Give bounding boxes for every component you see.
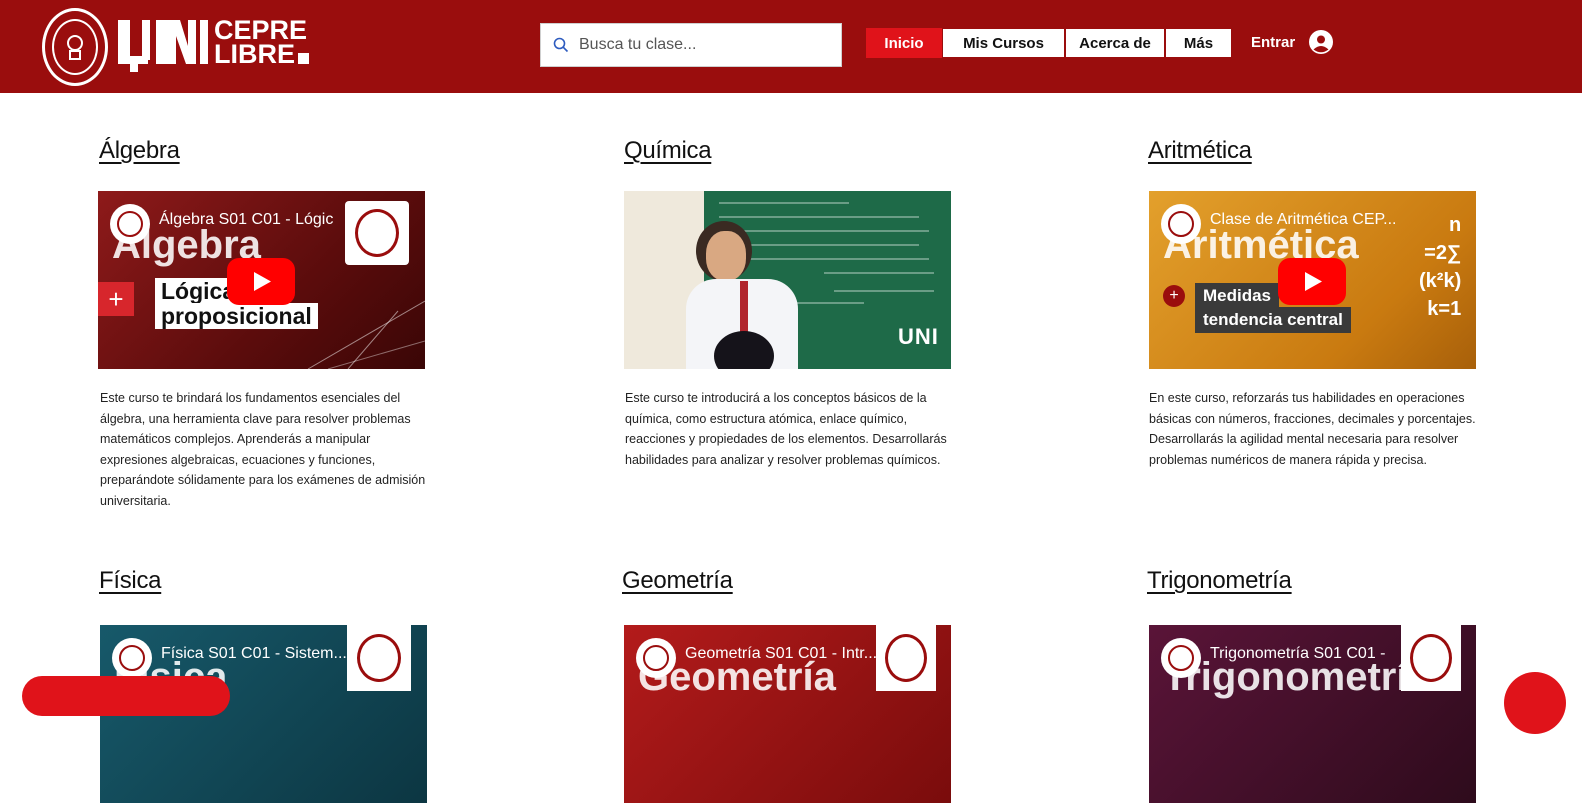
uni-seal-badge xyxy=(345,201,409,265)
user-avatar-icon xyxy=(1309,30,1334,54)
video-title[interactable]: Geometría S01 C01 - Intr... xyxy=(685,645,877,663)
main-nav: Inicio Mis Cursos Acerca de Más xyxy=(866,28,1232,58)
uni-seal-badge xyxy=(347,625,411,691)
seal-emblem-icon xyxy=(67,35,83,60)
course-description-aritmetica: En este curso, reforzarás tus habilidade… xyxy=(1149,391,1476,467)
course-title-geometria[interactable]: Geometría xyxy=(622,567,1002,595)
thumbnail-sub2: tendencia central xyxy=(1195,307,1351,333)
university-seal-logo[interactable] xyxy=(42,8,108,86)
uni-logo-mark[interactable] xyxy=(118,16,208,74)
brand-line2: LIBRE xyxy=(214,39,295,69)
video-thumbnail-aritmetica[interactable]: Aritmética n =2∑ (k²k) k=1 Medidas tendenci… xyxy=(1149,191,1476,369)
chat-fab-button[interactable] xyxy=(1504,672,1566,734)
play-button-icon[interactable] xyxy=(1278,258,1346,305)
video-thumbnail-quimica[interactable]: UNI xyxy=(624,191,951,369)
course-card-geometria: Geometría Geometría Geometría S01 C01 - … xyxy=(622,567,1002,803)
video-title[interactable]: Trigonometría S01 C01 - xyxy=(1210,645,1385,663)
uni-watermark: UNI xyxy=(898,324,939,349)
channel-avatar[interactable] xyxy=(1161,204,1201,244)
site-header: CEPRE LIBRE Inicio Mis Cursos Acerca de … xyxy=(0,0,1582,93)
search-input[interactable] xyxy=(579,36,829,54)
plus-icon: + xyxy=(1163,285,1185,307)
summation-formula: n =2∑ (k²k) k=1 xyxy=(1419,214,1462,320)
course-card-algebra: Álgebra Álgebra + Lógica proposicional Á… xyxy=(98,137,479,508)
course-title-algebra[interactable]: Álgebra xyxy=(99,137,479,165)
course-description-algebra: Este curso te brindará los fundamentos e… xyxy=(100,391,426,508)
course-card-aritmetica: Aritmética Aritmética n =2∑ (k²k) k=1 Medid… xyxy=(1148,137,1528,467)
login-button[interactable]: Entrar xyxy=(1251,30,1334,54)
thumbnail-sub2: proposicional xyxy=(155,303,318,329)
course-title-fisica[interactable]: Física xyxy=(99,567,479,595)
course-title-trigonometria[interactable]: Trigonometría xyxy=(1147,567,1527,595)
brand-dot xyxy=(298,52,309,64)
uni-seal-badge xyxy=(876,625,936,691)
video-title[interactable]: Álgebra S01 C01 - Lógic xyxy=(159,211,333,229)
login-label: Entrar xyxy=(1251,33,1296,51)
course-card-fisica: Física Física Física S01 C01 - Sistem... xyxy=(99,567,479,803)
video-title[interactable]: Clase de Aritmética CEP... xyxy=(1210,211,1396,229)
channel-avatar[interactable] xyxy=(112,638,152,678)
nav-item-mis-cursos[interactable]: Mis Cursos xyxy=(942,28,1065,58)
course-title-aritmetica[interactable]: Aritmética xyxy=(1148,137,1528,165)
search-box[interactable] xyxy=(540,23,842,67)
play-button-icon[interactable] xyxy=(227,258,295,305)
nav-item-inicio[interactable]: Inicio xyxy=(866,28,942,58)
nav-item-mas[interactable]: Más xyxy=(1165,28,1232,58)
search-icon xyxy=(553,37,569,53)
nav-item-acerca-de[interactable]: Acerca de xyxy=(1065,28,1165,58)
channel-avatar[interactable] xyxy=(110,204,150,244)
video-thumbnail-algebra[interactable]: Álgebra + Lógica proposicional Álgebra S… xyxy=(98,191,425,369)
video-thumbnail-trigonometria[interactable]: Trigonometría Trigonometría S01 C01 - xyxy=(1149,625,1476,803)
video-title[interactable]: Física S01 C01 - Sistem... xyxy=(161,645,347,663)
uni-seal-badge xyxy=(1401,625,1461,691)
thumbnail-sub1: Medidas xyxy=(1195,283,1280,309)
course-description-quimica: Este curso te introducirá a los concepto… xyxy=(625,391,947,467)
course-card-quimica: Química UNI Este curso te introducirá a … xyxy=(624,137,1004,467)
course-title-quimica[interactable]: Química xyxy=(624,137,1004,165)
channel-avatar[interactable] xyxy=(1161,638,1201,678)
channel-avatar[interactable] xyxy=(636,638,676,678)
course-card-trigonometria: Trigonometría Trigonometría Trigonometrí… xyxy=(1147,567,1527,803)
brand-wordmark[interactable]: CEPRE LIBRE xyxy=(214,17,309,69)
video-thumbnail-geometria[interactable]: Geometría Geometría S01 C01 - Intr... xyxy=(624,625,951,803)
floating-banner-button[interactable] xyxy=(22,676,230,716)
plus-icon: + xyxy=(98,282,134,316)
seal-inner-ring xyxy=(52,19,98,75)
lecturer-face xyxy=(706,231,746,281)
